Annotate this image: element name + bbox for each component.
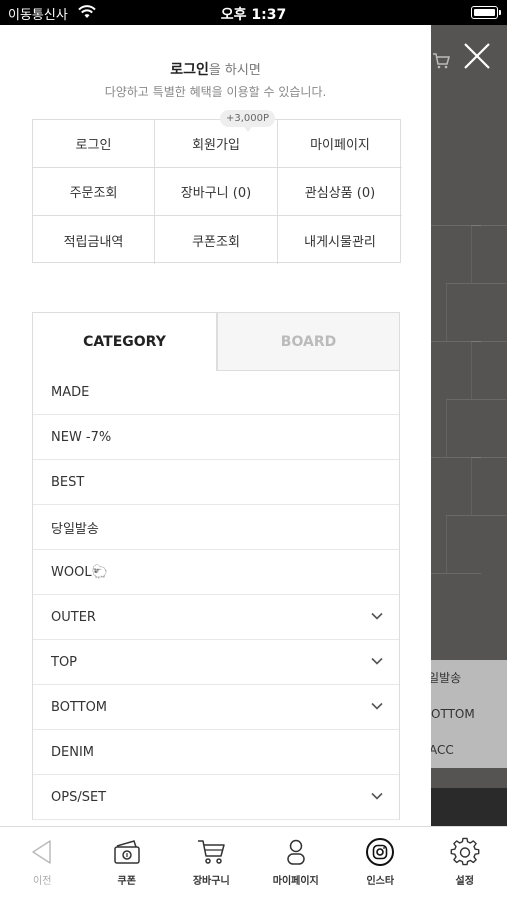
tab-mypage[interactable]: 마이페이지 — [254, 827, 339, 900]
tab-settings-label: 설정 — [455, 876, 474, 887]
chevron-down-icon[interactable] — [370, 609, 384, 623]
tab-back[interactable]: 이전 — [0, 827, 85, 900]
instagram-icon — [365, 837, 395, 867]
close-icon[interactable] — [462, 41, 492, 71]
category-label: 당일발송 — [51, 521, 99, 537]
category-item[interactable]: OPS/SET — [33, 775, 399, 820]
login-button[interactable]: 로그인 — [33, 120, 155, 168]
background-menu-item: ACC — [431, 732, 507, 768]
category-item[interactable]: WOOL🐑 — [33, 550, 399, 595]
chevron-down-icon[interactable] — [370, 654, 384, 668]
gear-icon — [450, 837, 480, 867]
category-item[interactable]: BOTTOM — [33, 685, 399, 730]
tab-coupon-label: 쿠폰 — [117, 876, 136, 887]
chevron-down-icon[interactable] — [370, 789, 384, 803]
status-bar: 이동통신사 오후 1:37 — [0, 0, 507, 25]
category-item[interactable]: TOP — [33, 640, 399, 685]
background-menu-item: 당일발송 — [431, 660, 507, 696]
chevron-down-icon[interactable] — [370, 699, 384, 713]
tab-category[interactable]: CATEGORY — [32, 312, 217, 371]
category-label: WOOL🐑 — [51, 564, 108, 580]
tab-cart-label: 장바구니 — [192, 876, 230, 887]
category-label: BEST — [51, 474, 85, 490]
mypage-button[interactable]: 마이페이지 — [278, 120, 402, 168]
background-page: 당일발송 BOTTOM ACC — [431, 25, 507, 826]
login-subtitle: 다양하고 특별한 혜택을 이용할 수 있습니다. — [104, 85, 327, 99]
tab-board[interactable]: BOARD — [217, 312, 400, 371]
background-menu-item: BOTTOM — [431, 696, 507, 732]
category-item[interactable]: BEST — [33, 460, 399, 505]
clock: 오후 1:37 — [220, 7, 287, 23]
cart-icon — [196, 837, 226, 867]
cart-button[interactable]: 장바구니 (0) — [155, 168, 278, 216]
tab-mypage-label: 마이페이지 — [272, 876, 319, 887]
points-history-button[interactable]: 적립금내역 — [33, 216, 155, 264]
background-menu-label: ACC — [431, 743, 454, 757]
side-drawer: 로그인을 하시면 다양하고 특별한 혜택을 이용할 수 있습니다. 로그인 회원… — [0, 25, 431, 826]
login-prompt: 로그인을 하시면 — [0, 59, 431, 79]
login-prompt-rest: 을 하시면 — [208, 63, 261, 78]
account-grid: 로그인 회원가입 마이페이지 주문조회 장바구니 (0) 관심상품 (0) 적립… — [32, 110, 402, 264]
category-label: OUTER — [51, 609, 96, 625]
signup-button[interactable]: 회원가입 — [155, 120, 278, 168]
login-prompt-bold: 로그인 — [170, 62, 209, 78]
category-label: NEW -7% — [51, 429, 112, 445]
bottom-tab-bar: 이전 쿠폰 장바구니 마이페이지 인스타 설정 — [0, 826, 507, 900]
wishlist-button[interactable]: 관심상품 (0) — [278, 168, 402, 216]
category-item[interactable]: OUTER — [33, 595, 399, 640]
order-lookup-button[interactable]: 주문조회 — [33, 168, 155, 216]
coupon-lookup-button[interactable]: 쿠폰조회 — [155, 216, 278, 264]
battery-icon — [471, 6, 501, 19]
tab-settings[interactable]: 설정 — [423, 827, 507, 900]
background-menu-label: 당일발송 — [431, 671, 462, 685]
category-item[interactable]: 당일발송 — [33, 505, 399, 550]
category-item[interactable]: NEW -7% — [33, 415, 399, 460]
category-label: TOP — [51, 654, 78, 670]
category-item[interactable]: MADE — [33, 370, 399, 415]
tab-back-label: 이전 — [33, 876, 52, 887]
tab-cart[interactable]: 장바구니 — [169, 827, 254, 900]
person-icon — [281, 837, 311, 867]
category-label: BOTTOM — [51, 699, 108, 715]
tab-coupon[interactable]: 쿠폰 — [85, 827, 170, 900]
cart-icon — [432, 52, 450, 74]
category-label: MADE — [51, 384, 90, 400]
background-menu-label: BOTTOM — [431, 707, 475, 721]
signup-points-badge: +3,000P — [220, 110, 276, 132]
coupon-icon — [112, 837, 142, 867]
my-posts-button[interactable]: 내게시물관리 — [278, 216, 402, 264]
tab-instagram[interactable]: 인스타 — [338, 827, 423, 900]
category-item[interactable]: DENIM — [33, 730, 399, 775]
background-image — [431, 788, 507, 826]
category-label: DENIM — [51, 744, 94, 760]
drawer-tabs: CATEGORY BOARD — [32, 312, 400, 371]
back-arrow-icon — [27, 837, 57, 867]
category-list: MADE NEW -7% BEST 당일발송 WOOL🐑 OUTER TOP BOTTOM DE… — [32, 370, 400, 820]
tab-instagram-label: 인스타 — [366, 876, 395, 887]
category-label: OPS/SET — [51, 789, 107, 805]
